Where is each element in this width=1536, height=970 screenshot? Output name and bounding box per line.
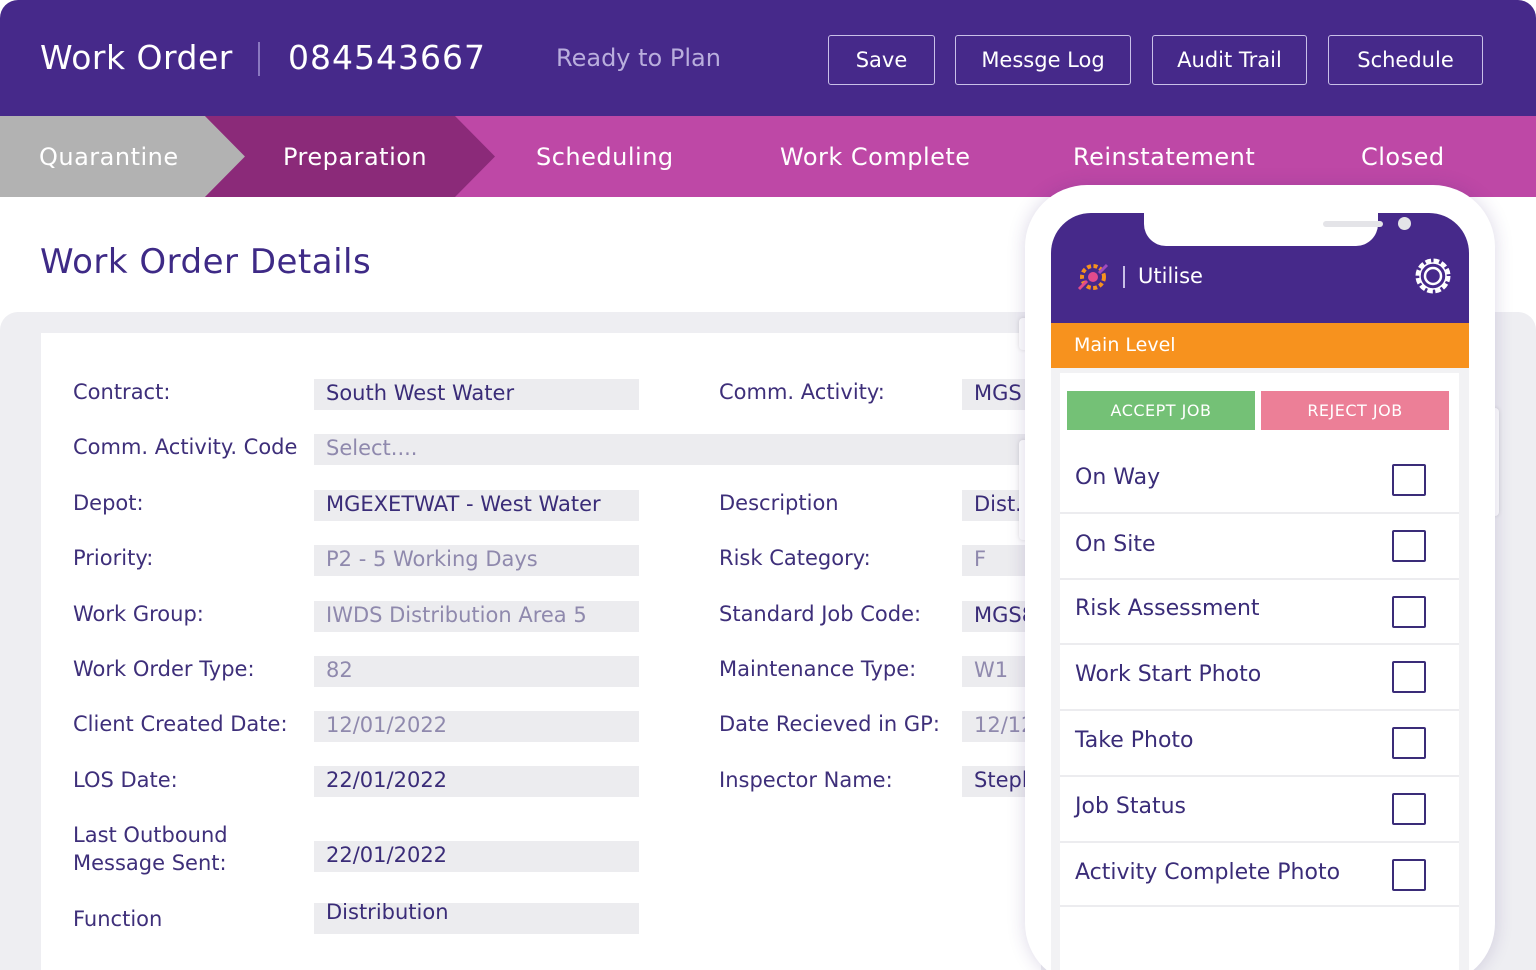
standard-job-code-field[interactable]: MGS8 bbox=[962, 601, 1034, 632]
work-order-number: 084543667 bbox=[288, 38, 486, 77]
level-bar: Main Level bbox=[1051, 323, 1469, 368]
checklist-item-on-way[interactable]: On Way bbox=[1060, 446, 1459, 514]
stage-work-complete[interactable]: Work Complete bbox=[780, 143, 971, 171]
section-title: Work Order Details bbox=[40, 242, 372, 282]
work-order-header: Work Order 084543667 Ready to Plan Save … bbox=[0, 0, 1536, 116]
inspector-name-label: Inspector Name: bbox=[719, 768, 893, 792]
checklist-item-activity-complete-photo[interactable]: Activity Complete Photo bbox=[1060, 843, 1459, 907]
schedule-button[interactable]: Schedule bbox=[1328, 35, 1483, 85]
job-checklist: ACCEPT JOB REJECT JOB On Way On Site Ris… bbox=[1060, 373, 1459, 970]
checklist-checkbox[interactable] bbox=[1392, 727, 1426, 759]
maintenance-type-label: Maintenance Type: bbox=[719, 657, 917, 681]
save-button[interactable]: Save bbox=[828, 35, 935, 85]
contract-label: Contract: bbox=[73, 380, 171, 404]
status-text: Ready to Plan bbox=[556, 44, 721, 72]
client-created-date-field[interactable]: 12/01/2022 bbox=[314, 711, 639, 742]
risk-category-label: Risk Category: bbox=[719, 546, 871, 570]
checklist-checkbox[interactable] bbox=[1392, 859, 1426, 891]
los-date-label: LOS Date: bbox=[73, 768, 178, 792]
accept-job-button[interactable]: ACCEPT JOB bbox=[1067, 391, 1255, 430]
comm-activity-code-select[interactable]: Select.... bbox=[314, 434, 1034, 465]
reject-job-button[interactable]: REJECT JOB bbox=[1261, 391, 1449, 430]
checklist-item-label: Work Start Photo bbox=[1075, 662, 1262, 687]
maintenance-type-field[interactable]: W1 bbox=[962, 656, 1034, 687]
utilise-logo-icon bbox=[1077, 263, 1109, 291]
work-group-label: Work Group: bbox=[73, 602, 204, 626]
message-log-button[interactable]: Messge Log bbox=[955, 35, 1131, 85]
checklist-item-work-start-photo[interactable]: Work Start Photo bbox=[1060, 645, 1459, 711]
comm-activity-label: Comm. Activity: bbox=[719, 380, 885, 404]
work-order-type-field[interactable]: 82 bbox=[314, 656, 639, 687]
stage-preparation[interactable]: Preparation bbox=[283, 143, 427, 171]
checklist-item-job-status[interactable]: Job Status bbox=[1060, 777, 1459, 843]
checklist-checkbox[interactable] bbox=[1392, 661, 1426, 693]
priority-field[interactable]: P2 - 5 Working Days bbox=[314, 545, 639, 576]
work-order-type-label: Work Order Type: bbox=[73, 657, 255, 681]
comm-activity-field[interactable]: MGS bbox=[962, 379, 1034, 410]
stage-quarantine[interactable]: Quarantine bbox=[39, 143, 179, 171]
page-title: Work Order bbox=[40, 38, 233, 77]
depot-field[interactable]: MGEXETWAT - West Water bbox=[314, 490, 639, 521]
inspector-name-field[interactable]: Steph bbox=[962, 766, 1034, 797]
risk-category-field[interactable]: F bbox=[962, 545, 1034, 576]
phone-screen: Utilise Main Level ACCEPT JOB REJECT JOB… bbox=[1051, 213, 1469, 970]
app-name: Utilise bbox=[1138, 264, 1203, 288]
comm-activity-code-label: Comm. Activity. Code bbox=[73, 435, 298, 459]
audit-trail-button[interactable]: Audit Trail bbox=[1152, 35, 1307, 85]
stage-scheduling[interactable]: Scheduling bbox=[536, 143, 674, 171]
checklist-checkbox[interactable] bbox=[1392, 464, 1426, 496]
checklist-item-label: On Site bbox=[1075, 532, 1156, 557]
checklist-checkbox[interactable] bbox=[1392, 596, 1426, 628]
contract-field[interactable]: South West Water bbox=[314, 379, 639, 410]
checklist-checkbox[interactable] bbox=[1392, 793, 1426, 825]
phone-speaker bbox=[1323, 221, 1383, 227]
function-field[interactable]: Distribution bbox=[314, 903, 639, 934]
priority-label: Priority: bbox=[73, 546, 154, 570]
checklist-item-label: Take Photo bbox=[1075, 728, 1194, 753]
date-received-label: Date Recieved in GP: bbox=[719, 712, 940, 736]
checklist-item-label: Activity Complete Photo bbox=[1075, 860, 1341, 885]
gear-icon[interactable] bbox=[1412, 255, 1454, 297]
last-outbound-field[interactable]: 22/01/2022 bbox=[314, 841, 639, 872]
phone-notch bbox=[1144, 213, 1411, 246]
stage-reinstatement[interactable]: Reinstatement bbox=[1073, 143, 1255, 171]
checklist-checkbox[interactable] bbox=[1392, 530, 1426, 562]
checklist-item-risk-assessment[interactable]: Risk Assessment bbox=[1060, 580, 1459, 645]
depot-label: Depot: bbox=[73, 491, 144, 515]
date-received-field[interactable]: 12/12 bbox=[962, 711, 1034, 742]
last-outbound-label: Last Outbound Message Sent: bbox=[73, 823, 228, 875]
stage-closed[interactable]: Closed bbox=[1361, 143, 1445, 171]
standard-job-code-label: Standard Job Code: bbox=[719, 602, 922, 626]
client-created-date-label: Client Created Date: bbox=[73, 712, 288, 736]
description-label: Description bbox=[719, 491, 839, 515]
work-group-field[interactable]: IWDS Distribution Area 5 bbox=[314, 601, 639, 632]
los-date-field[interactable]: 22/01/2022 bbox=[314, 766, 639, 797]
header-divider bbox=[258, 42, 260, 76]
level-title: Main Level bbox=[1074, 334, 1176, 356]
function-label: Function bbox=[73, 907, 163, 931]
checklist-item-take-photo[interactable]: Take Photo bbox=[1060, 711, 1459, 777]
checklist-item-label: On Way bbox=[1075, 465, 1161, 490]
checklist-item-on-site[interactable]: On Site bbox=[1060, 514, 1459, 580]
phone-camera bbox=[1398, 217, 1411, 230]
checklist-item-label: Job Status bbox=[1075, 794, 1187, 819]
checklist-item-label: Risk Assessment bbox=[1075, 596, 1260, 621]
app-title-divider bbox=[1123, 266, 1125, 288]
